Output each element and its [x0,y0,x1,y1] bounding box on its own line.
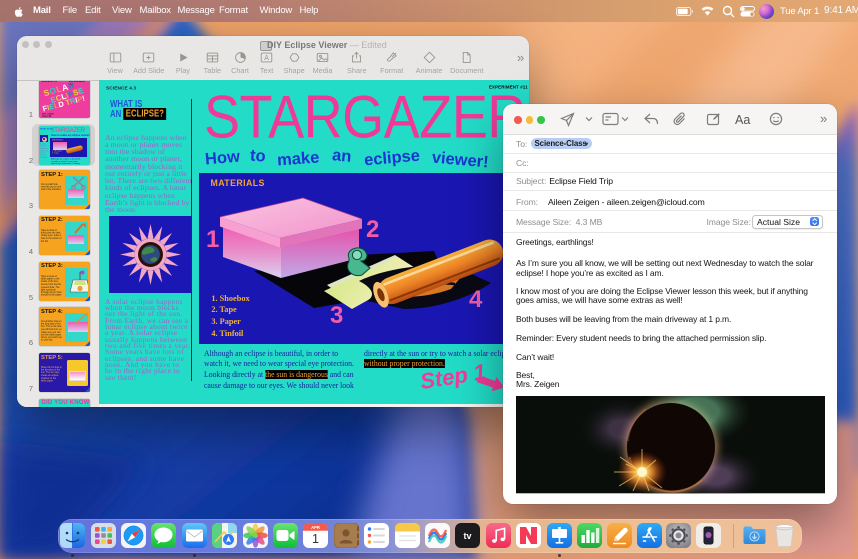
svg-text:A: A [264,55,269,62]
svg-text:1: 1 [312,532,319,546]
svg-text:APR: APR [311,525,320,530]
svg-text:tv: tv [464,531,472,541]
